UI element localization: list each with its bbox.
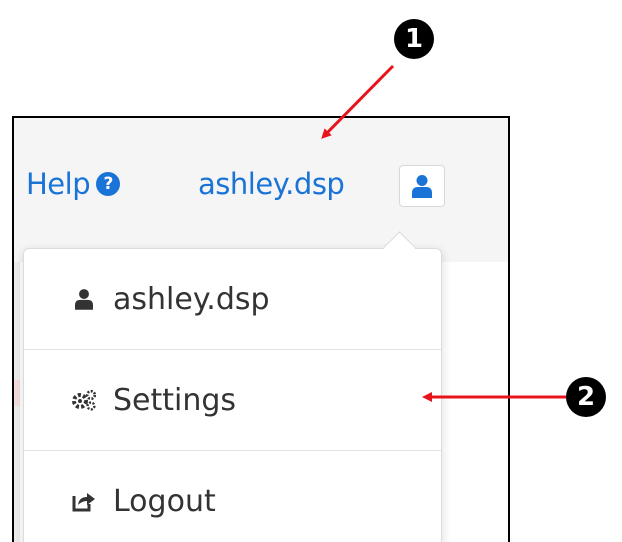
callout-badge-2: 2 bbox=[566, 377, 606, 417]
callout-badge-1: 1 bbox=[394, 19, 434, 59]
callout-1-arrow bbox=[321, 64, 395, 139]
annotation-arrows bbox=[321, 64, 566, 402]
annotated-screenshot: Help ? ashley.dsp ashley.dsp Settings Lo… bbox=[0, 0, 622, 542]
